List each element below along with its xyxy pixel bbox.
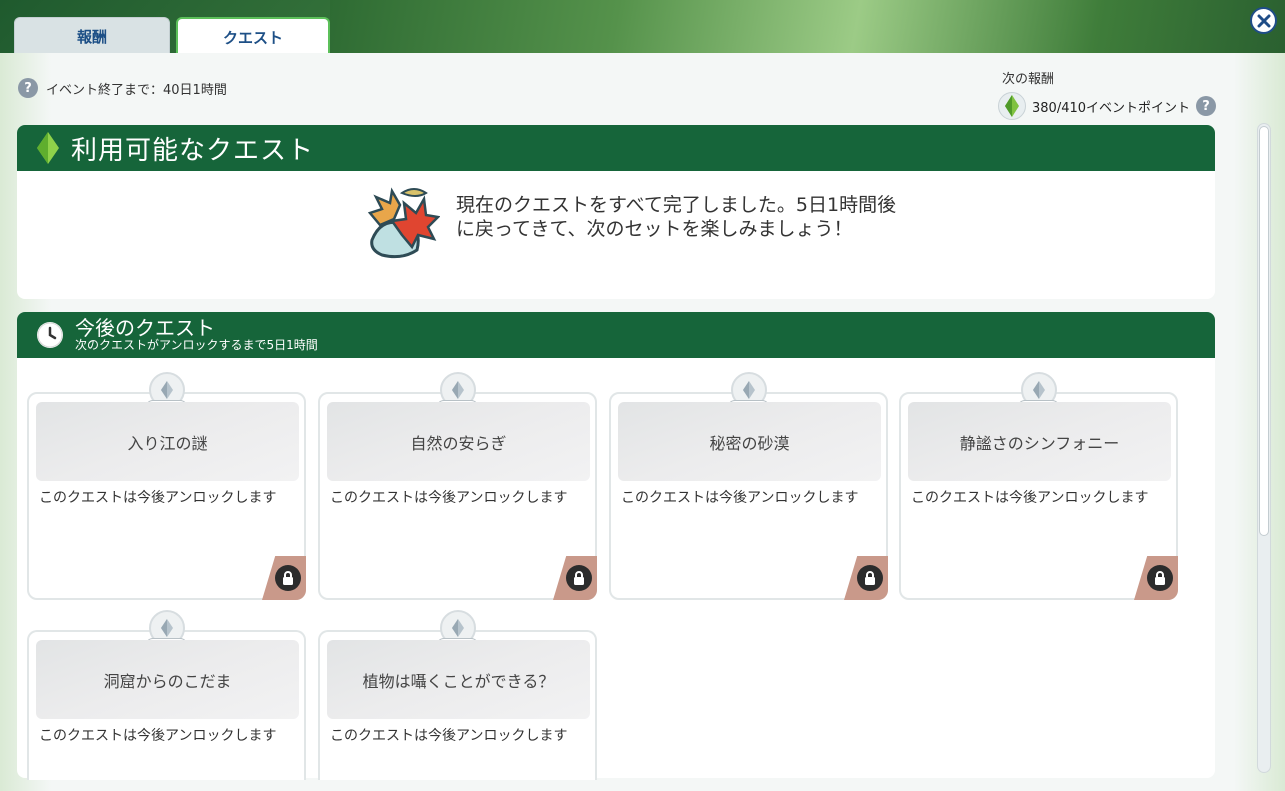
section-title: 今後のクエスト [75,316,215,341]
quest-title: 植物は囁くことができる？ [327,640,590,719]
close-button[interactable] [1250,7,1277,34]
quest-card[interactable]: 100 植物は囁くことができる？ このクエストは今後アンロックします [318,610,597,780]
locked-indicator [844,556,888,600]
background-header [330,0,1285,60]
tab-bar: 報酬 クエスト [14,17,330,55]
section-subtitle: 次のクエストがアンロックするまで5日1時間 [75,338,318,353]
scrollbar[interactable] [1257,123,1271,773]
available-quests-section: 利用可能なクエスト 現在のクエストをすべて完了しました。5日1時間後 に戻ってき… [17,125,1215,299]
close-icon [1257,14,1270,27]
plumbob-icon [998,92,1026,120]
lock-icon [857,565,883,591]
scrollbar-thumb[interactable] [1259,126,1269,536]
completed-message-line1: 現在のクエストをすべて完了しました。5日1時間後 [456,194,897,216]
lock-icon [566,565,592,591]
locked-indicator [553,556,597,600]
upcoming-quests-header: 今後のクエスト 次のクエストがアンロックするまで5日1時間 [17,312,1215,358]
quest-description: このクエストは今後アンロックします [330,490,568,506]
clock-icon [37,322,63,348]
section-title: 利用可能なクエスト [71,135,315,166]
quest-card[interactable]: 100 静謐さのシンフォニー このクエストは今後アンロックします [899,372,1178,600]
available-quests-header: 利用可能なクエスト [17,125,1215,171]
completed-message-line2: に戻ってきて、次のセットを楽しみましょう！ [456,218,853,240]
next-reward: 380/410イベントポイント ? [998,92,1217,120]
quest-title: 自然の安らぎ [327,402,590,481]
quest-card[interactable]: 100 秘密の砂漠 このクエストは今後アンロックします [609,372,888,600]
completed-message: 現在のクエストをすべて完了しました。5日1時間後 に戻ってきて、次のセットを楽し… [362,185,946,263]
quest-description: このクエストは今後アンロックします [330,728,568,744]
help-icon[interactable]: ? [1196,96,1217,116]
help-icon[interactable]: ? [18,78,38,98]
quest-description: このクエストは今後アンロックします [39,728,277,744]
next-reward-label: 次の報酬 [1002,72,1055,87]
quest-description: このクエストは今後アンロックします [911,490,1149,506]
event-timer: ? イベント終了まで：40日1時間 [18,78,227,98]
lock-icon [1147,565,1173,591]
quest-description: このクエストは今後アンロックします [621,490,859,506]
quest-card[interactable]: 100 自然の安らぎ このクエストは今後アンロックします [318,372,597,600]
locked-indicator [1134,556,1178,600]
quest-description: このクエストは今後アンロックします [39,490,277,506]
lock-icon [275,565,301,591]
plumbob-icon [37,132,59,164]
next-reward-points: 380/410イベントポイント [1032,100,1191,116]
quest-title: 静謐さのシンフォニー [908,402,1171,481]
tab-quests[interactable]: クエスト [176,17,330,55]
tab-rewards[interactable]: 報酬 [14,17,170,55]
locked-indicator [262,556,306,600]
quest-title: 秘密の砂漠 [618,402,881,481]
quest-title: 入り江の謎 [36,402,299,481]
quest-card[interactable]: 100 洞窟からのこだま このクエストは今後アンロックします [27,610,306,780]
event-timer-text: イベント終了まで：40日1時間 [46,82,227,98]
quest-title: 洞窟からのこだま [36,640,299,719]
quest-card[interactable]: 100 入り江の謎 このクエストは今後アンロックします [27,372,306,600]
autumn-leaves-icon [367,187,440,259]
